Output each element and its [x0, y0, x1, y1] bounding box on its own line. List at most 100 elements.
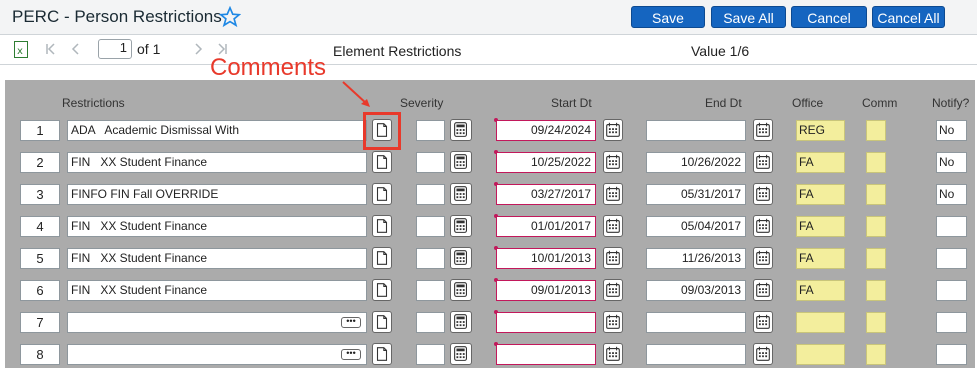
calendar-icon[interactable] — [753, 119, 773, 141]
end-date-field[interactable]: 05/31/2017 — [646, 184, 746, 205]
severity-field[interactable] — [416, 344, 445, 365]
restriction-field[interactable]: FIN XX Student Finance — [67, 152, 367, 173]
severity-field[interactable] — [416, 152, 445, 173]
save-button[interactable]: Save — [631, 6, 705, 28]
restriction-field[interactable]: ••• — [67, 312, 367, 333]
calendar-icon[interactable] — [603, 151, 623, 173]
calculator-icon[interactable] — [450, 183, 472, 205]
first-page-icon[interactable] — [43, 41, 59, 57]
end-date-field[interactable]: 05/04/2017 — [646, 216, 746, 237]
restriction-field[interactable]: ADA Academic Dismissal With — [67, 120, 367, 141]
comments-document-icon[interactable] — [372, 343, 392, 365]
start-date-field[interactable]: 01/01/2017 — [496, 216, 596, 237]
calendar-icon[interactable] — [603, 215, 623, 237]
restriction-field[interactable]: ••• — [67, 344, 367, 365]
notify-field[interactable]: No — [936, 184, 967, 205]
page-header: PERC - Person Restrictions Save Save All… — [0, 0, 977, 35]
end-date-field[interactable]: 09/03/2013 — [646, 280, 746, 301]
calendar-icon[interactable] — [753, 215, 773, 237]
restriction-field[interactable]: FIN XX Student Finance — [67, 248, 367, 269]
table-row: 4 FIN XX Student Finance 01/01/2017 05/04/2… — [5, 213, 975, 245]
calculator-icon[interactable] — [450, 279, 472, 301]
start-date-field[interactable]: 10/01/2013 — [496, 248, 596, 269]
office-field — [796, 344, 845, 365]
row-number[interactable]: 4 — [20, 216, 60, 237]
calendar-icon[interactable] — [603, 183, 623, 205]
comments-document-icon[interactable] — [372, 215, 392, 237]
severity-field[interactable] — [416, 184, 445, 205]
severity-field[interactable] — [416, 312, 445, 333]
end-date-field[interactable]: 11/26/2013 — [646, 248, 746, 269]
restriction-value: FIN XX Student Finance — [71, 155, 208, 169]
end-date-field[interactable] — [646, 120, 746, 141]
calendar-icon[interactable] — [603, 343, 623, 365]
comments-document-icon[interactable] — [372, 311, 392, 333]
calculator-icon[interactable] — [450, 215, 472, 237]
calculator-icon[interactable] — [450, 119, 472, 141]
calendar-icon[interactable] — [603, 119, 623, 141]
more-options-icon[interactable]: ••• — [341, 349, 361, 360]
calendar-icon[interactable] — [753, 311, 773, 333]
comm-field — [866, 216, 886, 237]
calculator-icon[interactable] — [450, 343, 472, 365]
calendar-icon[interactable] — [603, 247, 623, 269]
calendar-icon[interactable] — [603, 311, 623, 333]
restriction-field[interactable]: FINFO FIN Fall OVERRIDE — [67, 184, 367, 205]
column-header-restrictions: Restrictions — [62, 96, 125, 110]
row-number[interactable]: 6 — [20, 280, 60, 301]
svg-text:x: x — [17, 46, 23, 57]
restriction-field[interactable]: FIN XX Student Finance — [67, 280, 367, 301]
comments-document-icon[interactable] — [372, 247, 392, 269]
notify-field[interactable] — [936, 312, 967, 333]
comments-document-icon[interactable] — [372, 183, 392, 205]
favorite-star-icon[interactable] — [219, 6, 241, 28]
end-date-field[interactable] — [646, 344, 746, 365]
save-all-button[interactable]: Save All — [711, 6, 786, 28]
row-number[interactable]: 2 — [20, 152, 60, 173]
notify-field[interactable] — [936, 280, 967, 301]
office-field: FA — [796, 248, 845, 269]
severity-field[interactable] — [416, 120, 445, 141]
end-date-field[interactable]: 10/26/2022 — [646, 152, 746, 173]
previous-page-icon[interactable] — [68, 41, 84, 57]
row-number[interactable]: 1 — [20, 120, 60, 141]
row-number[interactable]: 5 — [20, 248, 60, 269]
end-date-field[interactable] — [646, 312, 746, 333]
row-number[interactable]: 3 — [20, 184, 60, 205]
more-options-icon[interactable]: ••• — [341, 317, 361, 328]
notify-field[interactable]: No — [936, 152, 967, 173]
comments-document-icon[interactable] — [372, 279, 392, 301]
notify-field[interactable] — [936, 344, 967, 365]
start-date-field[interactable]: 09/01/2013 — [496, 280, 596, 301]
cancel-button[interactable]: Cancel — [791, 6, 867, 28]
severity-field[interactable] — [416, 216, 445, 237]
cancel-all-button[interactable]: Cancel All — [872, 6, 945, 28]
start-date-field[interactable] — [496, 344, 596, 365]
start-date-field[interactable] — [496, 312, 596, 333]
page-number-input[interactable]: 1 — [98, 39, 132, 59]
start-date-field[interactable]: 09/24/2024 — [496, 120, 596, 141]
calendar-icon[interactable] — [753, 151, 773, 173]
calendar-icon[interactable] — [753, 183, 773, 205]
notify-field[interactable]: No — [936, 120, 967, 141]
calculator-icon[interactable] — [450, 151, 472, 173]
calendar-icon[interactable] — [753, 279, 773, 301]
column-header-start-dt: Start Dt — [551, 96, 592, 110]
next-page-icon[interactable] — [190, 41, 206, 57]
restriction-field[interactable]: FIN XX Student Finance — [67, 216, 367, 237]
excel-export-icon[interactable]: x — [14, 41, 28, 58]
severity-field[interactable] — [416, 280, 445, 301]
severity-field[interactable] — [416, 248, 445, 269]
start-date-field[interactable]: 10/25/2022 — [496, 152, 596, 173]
calendar-icon[interactable] — [753, 343, 773, 365]
calculator-icon[interactable] — [450, 311, 472, 333]
calendar-icon[interactable] — [603, 279, 623, 301]
row-number[interactable]: 7 — [20, 312, 60, 333]
calendar-icon[interactable] — [753, 247, 773, 269]
comments-document-icon[interactable] — [372, 151, 392, 173]
notify-field[interactable] — [936, 216, 967, 237]
calculator-icon[interactable] — [450, 247, 472, 269]
start-date-field[interactable]: 03/27/2017 — [496, 184, 596, 205]
row-number[interactable]: 8 — [20, 344, 60, 365]
notify-field[interactable] — [936, 248, 967, 269]
